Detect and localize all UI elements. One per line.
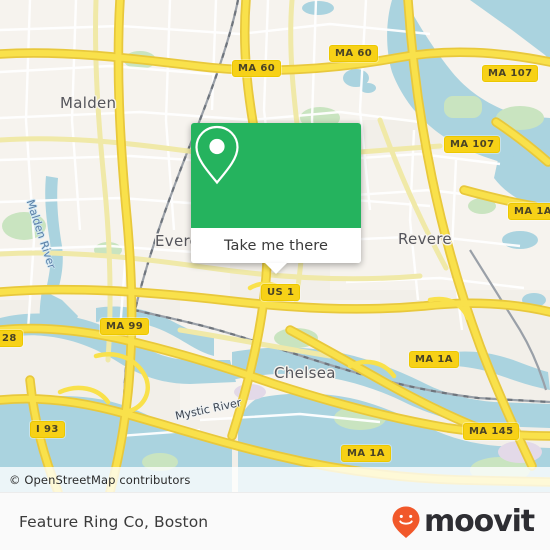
moovit-pin-icon bbox=[392, 506, 420, 538]
popup-header bbox=[191, 123, 361, 228]
map-canvas[interactable]: Malden Everett Revere Chelsea Malden Riv… bbox=[0, 0, 550, 492]
popup-tail bbox=[265, 263, 287, 274]
attribution-text: © OpenStreetMap contributors bbox=[9, 472, 191, 487]
moovit-logo[interactable]: moovit bbox=[391, 504, 535, 539]
map-callout-popup[interactable]: Take me there bbox=[191, 123, 361, 274]
moovit-wordmark: moovit bbox=[423, 504, 535, 539]
popup-action[interactable]: Take me there bbox=[191, 228, 361, 263]
map-pin-icon bbox=[195, 125, 239, 185]
place-title: Feature Ring Co, Boston bbox=[19, 513, 209, 531]
popup-action-label: Take me there bbox=[223, 237, 329, 254]
map-page: Malden Everett Revere Chelsea Malden Riv… bbox=[0, 0, 550, 550]
map-attribution: © OpenStreetMap contributors bbox=[0, 467, 550, 492]
footer-bar: Feature Ring Co, Boston moovit bbox=[0, 492, 550, 550]
